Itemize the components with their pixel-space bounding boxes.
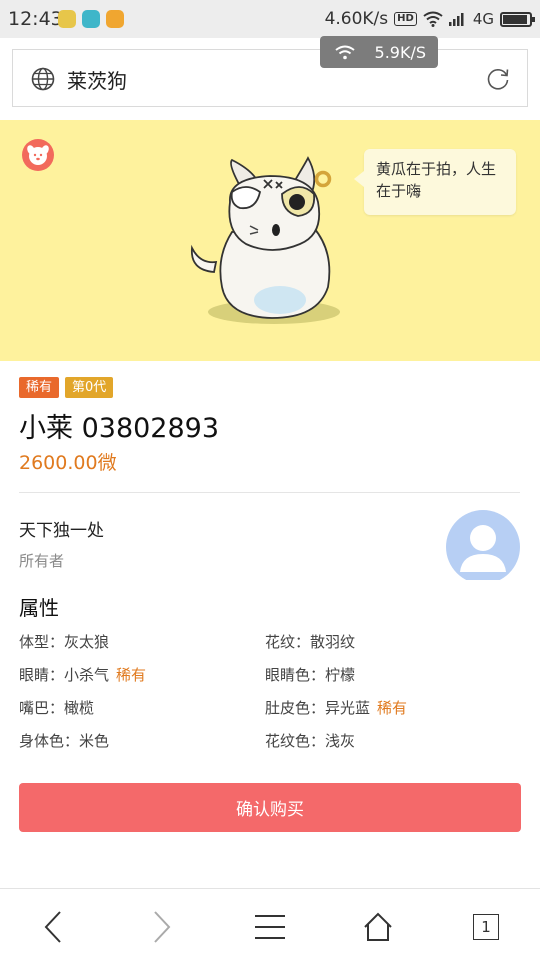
dog-logo-icon (27, 145, 49, 165)
app-notification-icon (58, 10, 76, 28)
pet-speech-bubble: 黄瓜在于拍，人生在于嗨 (354, 149, 516, 215)
attribute-label: 身体色：米色 (19, 732, 110, 750)
brand-logo[interactable] (22, 139, 54, 171)
wifi-icon (423, 11, 443, 27)
hd-icon: HD (394, 12, 417, 26)
owner-label: 所有者 (19, 552, 65, 570)
attribute-item: 花纹色：浅灰 (265, 730, 355, 751)
pet-tags: 稀有 第0代 (19, 377, 114, 398)
back-button[interactable] (33, 907, 73, 947)
toast-speed: 5.9K/S (374, 42, 426, 62)
status-time: 12:43 (8, 8, 63, 30)
network-type: 4G (472, 10, 494, 28)
tab-count: 1 (473, 914, 499, 940)
page-title: 莱茨狗 (67, 69, 127, 93)
attribute-item: 体型：灰太狼 (19, 631, 109, 652)
forward-button[interactable] (142, 907, 182, 947)
home-button[interactable] (358, 907, 398, 947)
user-avatar-icon (446, 510, 520, 580)
globe-icon (31, 67, 55, 91)
chevron-left-icon (44, 911, 61, 943)
generation-tag: 第0代 (65, 377, 114, 398)
attribute-item: 花纹：散羽纹 (265, 631, 355, 652)
home-icon (364, 912, 392, 941)
attribute-item: 肚皮色：异光蓝 稀有 (265, 697, 407, 718)
attribute-label: 眼睛色：柠檬 (265, 666, 356, 684)
net-speed: 4.60K/s (324, 9, 389, 29)
battery-level (503, 14, 527, 24)
wifi-icon (335, 45, 355, 60)
speed-toast: 5.9K/S (320, 36, 438, 68)
owner-name[interactable]: 天下独一处 (19, 516, 104, 541)
menu-icon (255, 915, 285, 939)
browser-bottom-nav: 1 (0, 888, 540, 960)
attributes-title: 属性 (19, 596, 59, 620)
attribute-item: 身体色：米色 (19, 730, 109, 751)
pet-name: 小莱 03802893 (19, 413, 220, 444)
confirm-buy-button[interactable]: 确认购买 (19, 783, 521, 832)
attribute-label: 肚皮色：异光蓝 (265, 699, 371, 717)
address-bar[interactable]: 莱茨狗 (12, 49, 528, 107)
app-notification-icon (106, 10, 124, 28)
attribute-label: 眼睛：小杀气 (19, 666, 110, 684)
rare-tag: 稀有 (19, 377, 60, 398)
bubble-text: 黄瓜在于拍，人生在于嗨 (376, 160, 497, 200)
reload-icon[interactable] (485, 66, 511, 92)
signal-icon (448, 13, 464, 26)
attribute-rare: 稀有 (116, 666, 147, 684)
divider (19, 492, 520, 493)
battery-icon (500, 11, 535, 27)
attribute-label: 花纹：散羽纹 (265, 633, 356, 651)
pet-price: 2600.00微 (19, 452, 117, 474)
attribute-label: 体型：灰太狼 (19, 633, 110, 651)
owner-avatar[interactable] (446, 510, 520, 580)
tabs-button[interactable]: 1 (466, 907, 506, 947)
pet-dog-illustration (191, 156, 340, 324)
menu-button[interactable] (250, 907, 290, 947)
attribute-label: 花纹色：浅灰 (265, 732, 356, 750)
app-notification-icon (82, 10, 100, 28)
attribute-label: 嘴巴：橄榄 (19, 699, 95, 717)
chevron-right-icon (154, 911, 171, 943)
attribute-item: 嘴巴：橄榄 (19, 697, 94, 718)
status-bar: 12:43 4.60K/s HD 4G (0, 0, 540, 38)
attribute-item: 眼睛：小杀气 稀有 (19, 664, 146, 685)
attribute-rare: 稀有 (377, 699, 408, 717)
attribute-item: 眼睛色：柠檬 (265, 664, 355, 685)
